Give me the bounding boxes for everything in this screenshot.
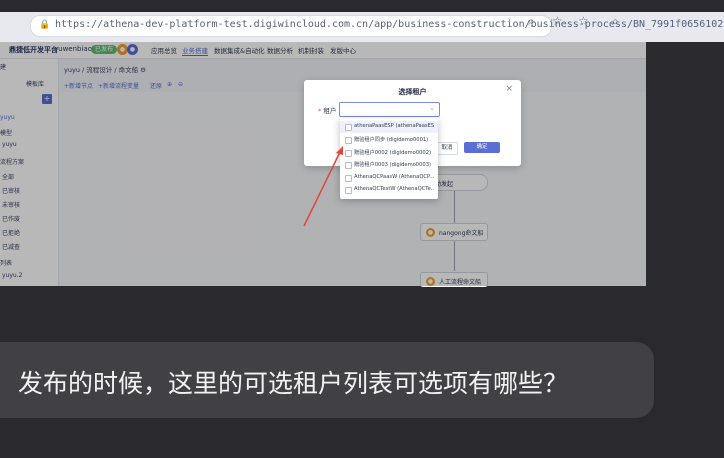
question-bubble: 发布的时候，这里的可选租户列表可选项有哪些？ — [0, 342, 654, 418]
question-text: 发布的时候，这里的可选租户列表可选项有哪些？ — [18, 369, 569, 398]
